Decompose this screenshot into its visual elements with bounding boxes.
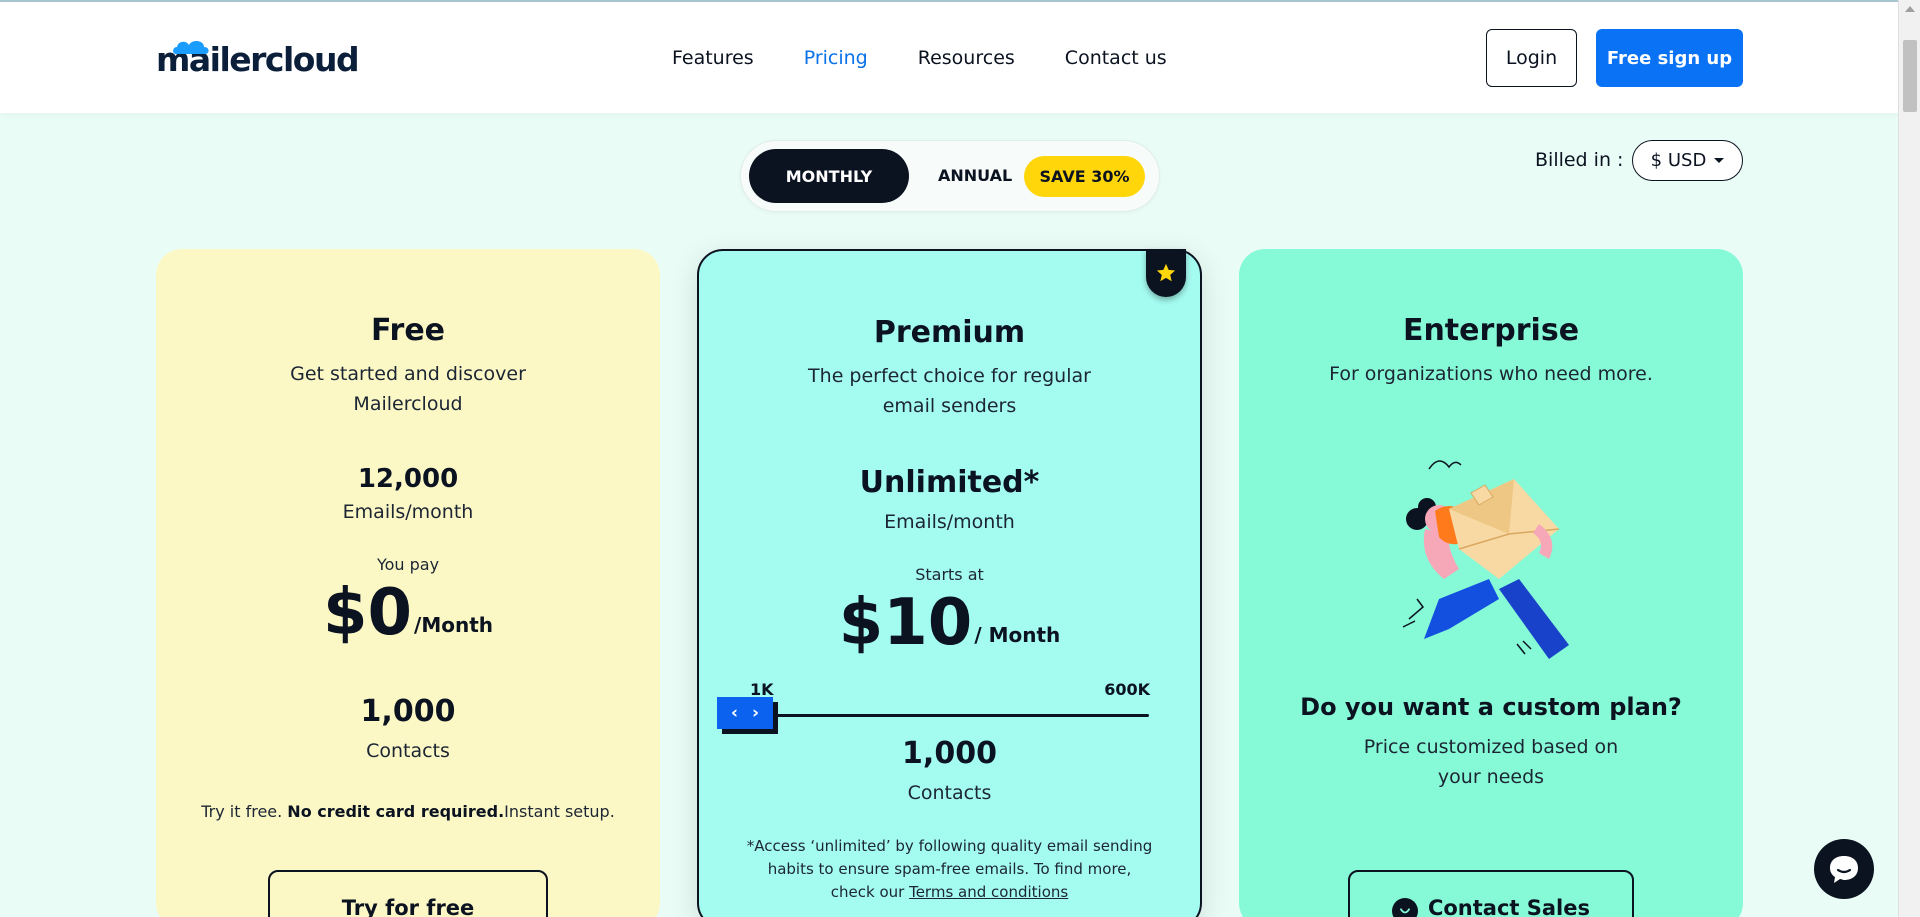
contacts-count: 1,000: [360, 694, 456, 729]
price-period: / Month: [974, 623, 1061, 647]
contact-sales-label: Contact Sales: [1427, 896, 1591, 917]
phone-icon: [1391, 898, 1418, 917]
cloud-logo-icon: [173, 41, 209, 54]
custom-plan-question: Do you want a custom plan?: [1300, 693, 1682, 721]
envelope-illustration: [1402, 460, 1569, 659]
contacts-count: 1,000: [902, 736, 997, 771]
monthly-option[interactable]: MONTHLY: [749, 149, 909, 203]
currency-select[interactable]: $ USD: [1632, 140, 1743, 181]
chevron-left-icon: ‹: [730, 703, 738, 723]
billed-in-label: Billed in :: [1535, 149, 1624, 171]
plan-name: Free: [370, 313, 446, 348]
nav-contact[interactable]: Contact us: [1065, 46, 1167, 70]
premium-plan-card: Premium The perfect choice for regular e…: [697, 249, 1202, 917]
email-quota: 12,000: [357, 464, 459, 494]
contacts-label: Contacts: [366, 740, 450, 762]
chevron-right-icon: ›: [751, 703, 759, 723]
starts-at-label: Starts at: [915, 565, 984, 584]
plan-name: Premium: [873, 315, 1026, 350]
site-header: mailercloud Features Pricing Resources C…: [0, 2, 1898, 113]
scroll-up-icon[interactable]: [1905, 6, 1915, 12]
logo[interactable]: mailercloud: [156, 40, 360, 80]
terms-link[interactable]: Terms and conditions: [909, 883, 1068, 901]
try-free-label: Try for free: [341, 896, 475, 917]
contact-sales-button[interactable]: Contact Sales: [1348, 870, 1634, 917]
nav-resources[interactable]: Resources: [918, 46, 1015, 70]
billing-toggle: MONTHLY ANNUAL SAVE 30%: [740, 140, 1160, 212]
scrollbar[interactable]: [1898, 0, 1920, 917]
enterprise-plan-card: Enterprise For organizations who need mo…: [1239, 249, 1743, 917]
signup-button[interactable]: Free sign up: [1596, 29, 1743, 87]
main-nav: Features Pricing Resources Contact us: [672, 46, 1217, 70]
price-period: /Month: [414, 613, 494, 637]
email-quota-label: Emails/month: [342, 501, 474, 523]
email-quota-label: Emails/month: [884, 511, 1015, 533]
plan-name: Enterprise: [1402, 313, 1580, 348]
chevron-down-icon: [1714, 158, 1725, 163]
contacts-label: Contacts: [907, 782, 992, 804]
try-free-button[interactable]: Try for free: [268, 870, 548, 917]
nav-features[interactable]: Features: [672, 46, 754, 70]
login-button[interactable]: Login: [1486, 29, 1577, 87]
scrollbar-thumb[interactable]: [1903, 40, 1917, 112]
free-note: Try it free. No credit card required.Ins…: [156, 802, 660, 821]
chat-widget-button[interactable]: [1814, 839, 1874, 899]
free-plan-card: Free Get started and discover Mailerclou…: [156, 249, 660, 917]
plan-description: The perfect choice for regular email sen…: [808, 365, 1091, 417]
contacts-slider-track[interactable]: [759, 714, 1149, 717]
save-badge: SAVE 30%: [1024, 156, 1145, 197]
price: $0 /Month: [156, 577, 660, 649]
nav-pricing[interactable]: Pricing: [804, 46, 868, 70]
price: $10 / Month: [699, 587, 1200, 659]
note-suffix: Instant setup.: [504, 802, 615, 821]
currency-value: $ USD: [1650, 150, 1707, 171]
unlimited-disclaimer: *Access ‘unlimited’ by following quality…: [745, 835, 1155, 904]
you-pay-label: You pay: [376, 555, 440, 574]
note-bold: No credit card required.: [287, 802, 505, 821]
email-quota: Unlimited*: [859, 465, 1040, 500]
chat-icon: [1830, 856, 1858, 883]
plan-description: Get started and discover Mailercloud: [290, 363, 526, 415]
featured-badge: [1146, 249, 1186, 297]
annual-option[interactable]: ANNUAL: [938, 166, 1012, 185]
contacts-slider-handle[interactable]: ‹ ›: [717, 697, 773, 729]
custom-plan-description: Price customized based on your needs: [1363, 736, 1619, 788]
star-icon: [1156, 263, 1176, 282]
price-amount: $10: [838, 586, 973, 660]
plan-description: For organizations who need more.: [1329, 363, 1653, 385]
note-prefix: Try it free.: [201, 802, 288, 821]
slider-max-label: 600K: [1104, 680, 1150, 699]
price-amount: $0: [322, 576, 413, 650]
